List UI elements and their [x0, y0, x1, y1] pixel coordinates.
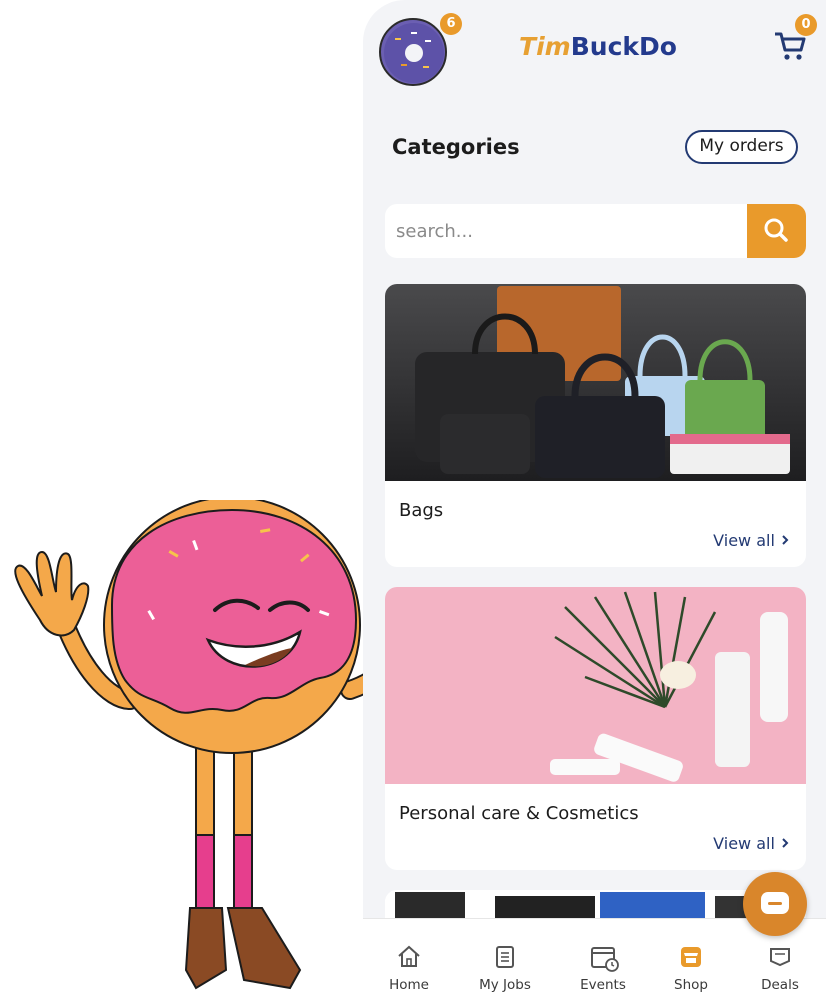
shop-icon: [681, 947, 701, 967]
search-button[interactable]: [747, 204, 806, 258]
tab-events[interactable]: Events: [561, 919, 645, 1000]
search-icon: [764, 218, 788, 242]
view-all-label: View all: [713, 531, 775, 550]
cart-count-badge: 0: [795, 14, 817, 36]
view-all-link[interactable]: View all: [713, 834, 790, 853]
cosmetics-image: [385, 587, 806, 784]
home-icon: [398, 945, 420, 967]
chat-icon: [761, 892, 789, 914]
search-bar: [385, 204, 806, 258]
bags-image: [385, 284, 806, 481]
calendar-icon: [591, 947, 619, 972]
chevron-right-icon: [782, 838, 789, 848]
tab-label: Shop: [674, 977, 708, 993]
card-title: Personal care & Cosmetics: [399, 803, 639, 824]
tab-home[interactable]: Home: [367, 919, 451, 1000]
view-all-link[interactable]: View all: [713, 531, 790, 550]
my-orders-button[interactable]: My orders: [685, 130, 798, 164]
app-logo: TimBuckDo: [363, 32, 826, 61]
categories-title: Categories: [392, 135, 520, 159]
tab-shop[interactable]: Shop: [649, 919, 733, 1000]
logo-part-tim: Tim: [519, 32, 571, 61]
category-card-personal-care[interactable]: Personal care & Cosmetics View all: [385, 587, 806, 870]
phone-screen: 6 TimBuckDo 0 Categories My orders searc…: [363, 0, 826, 1000]
clipboard-icon: [496, 946, 514, 968]
tab-label: My Jobs: [479, 977, 531, 993]
deals-icon: [770, 948, 790, 967]
card-title: Bags: [399, 500, 444, 521]
category-card-bags[interactable]: Bags View all: [385, 284, 806, 567]
chat-button[interactable]: [743, 872, 807, 936]
tab-label: Events: [580, 977, 626, 993]
tab-label: Deals: [761, 977, 799, 993]
chevron-right-icon: [782, 535, 789, 545]
tab-label: Home: [389, 977, 429, 993]
search-input[interactable]: [385, 204, 747, 258]
view-all-label: View all: [713, 834, 775, 853]
tab-my-jobs[interactable]: My Jobs: [463, 919, 547, 1000]
logo-part-buckdo: BuckDo: [570, 32, 677, 61]
